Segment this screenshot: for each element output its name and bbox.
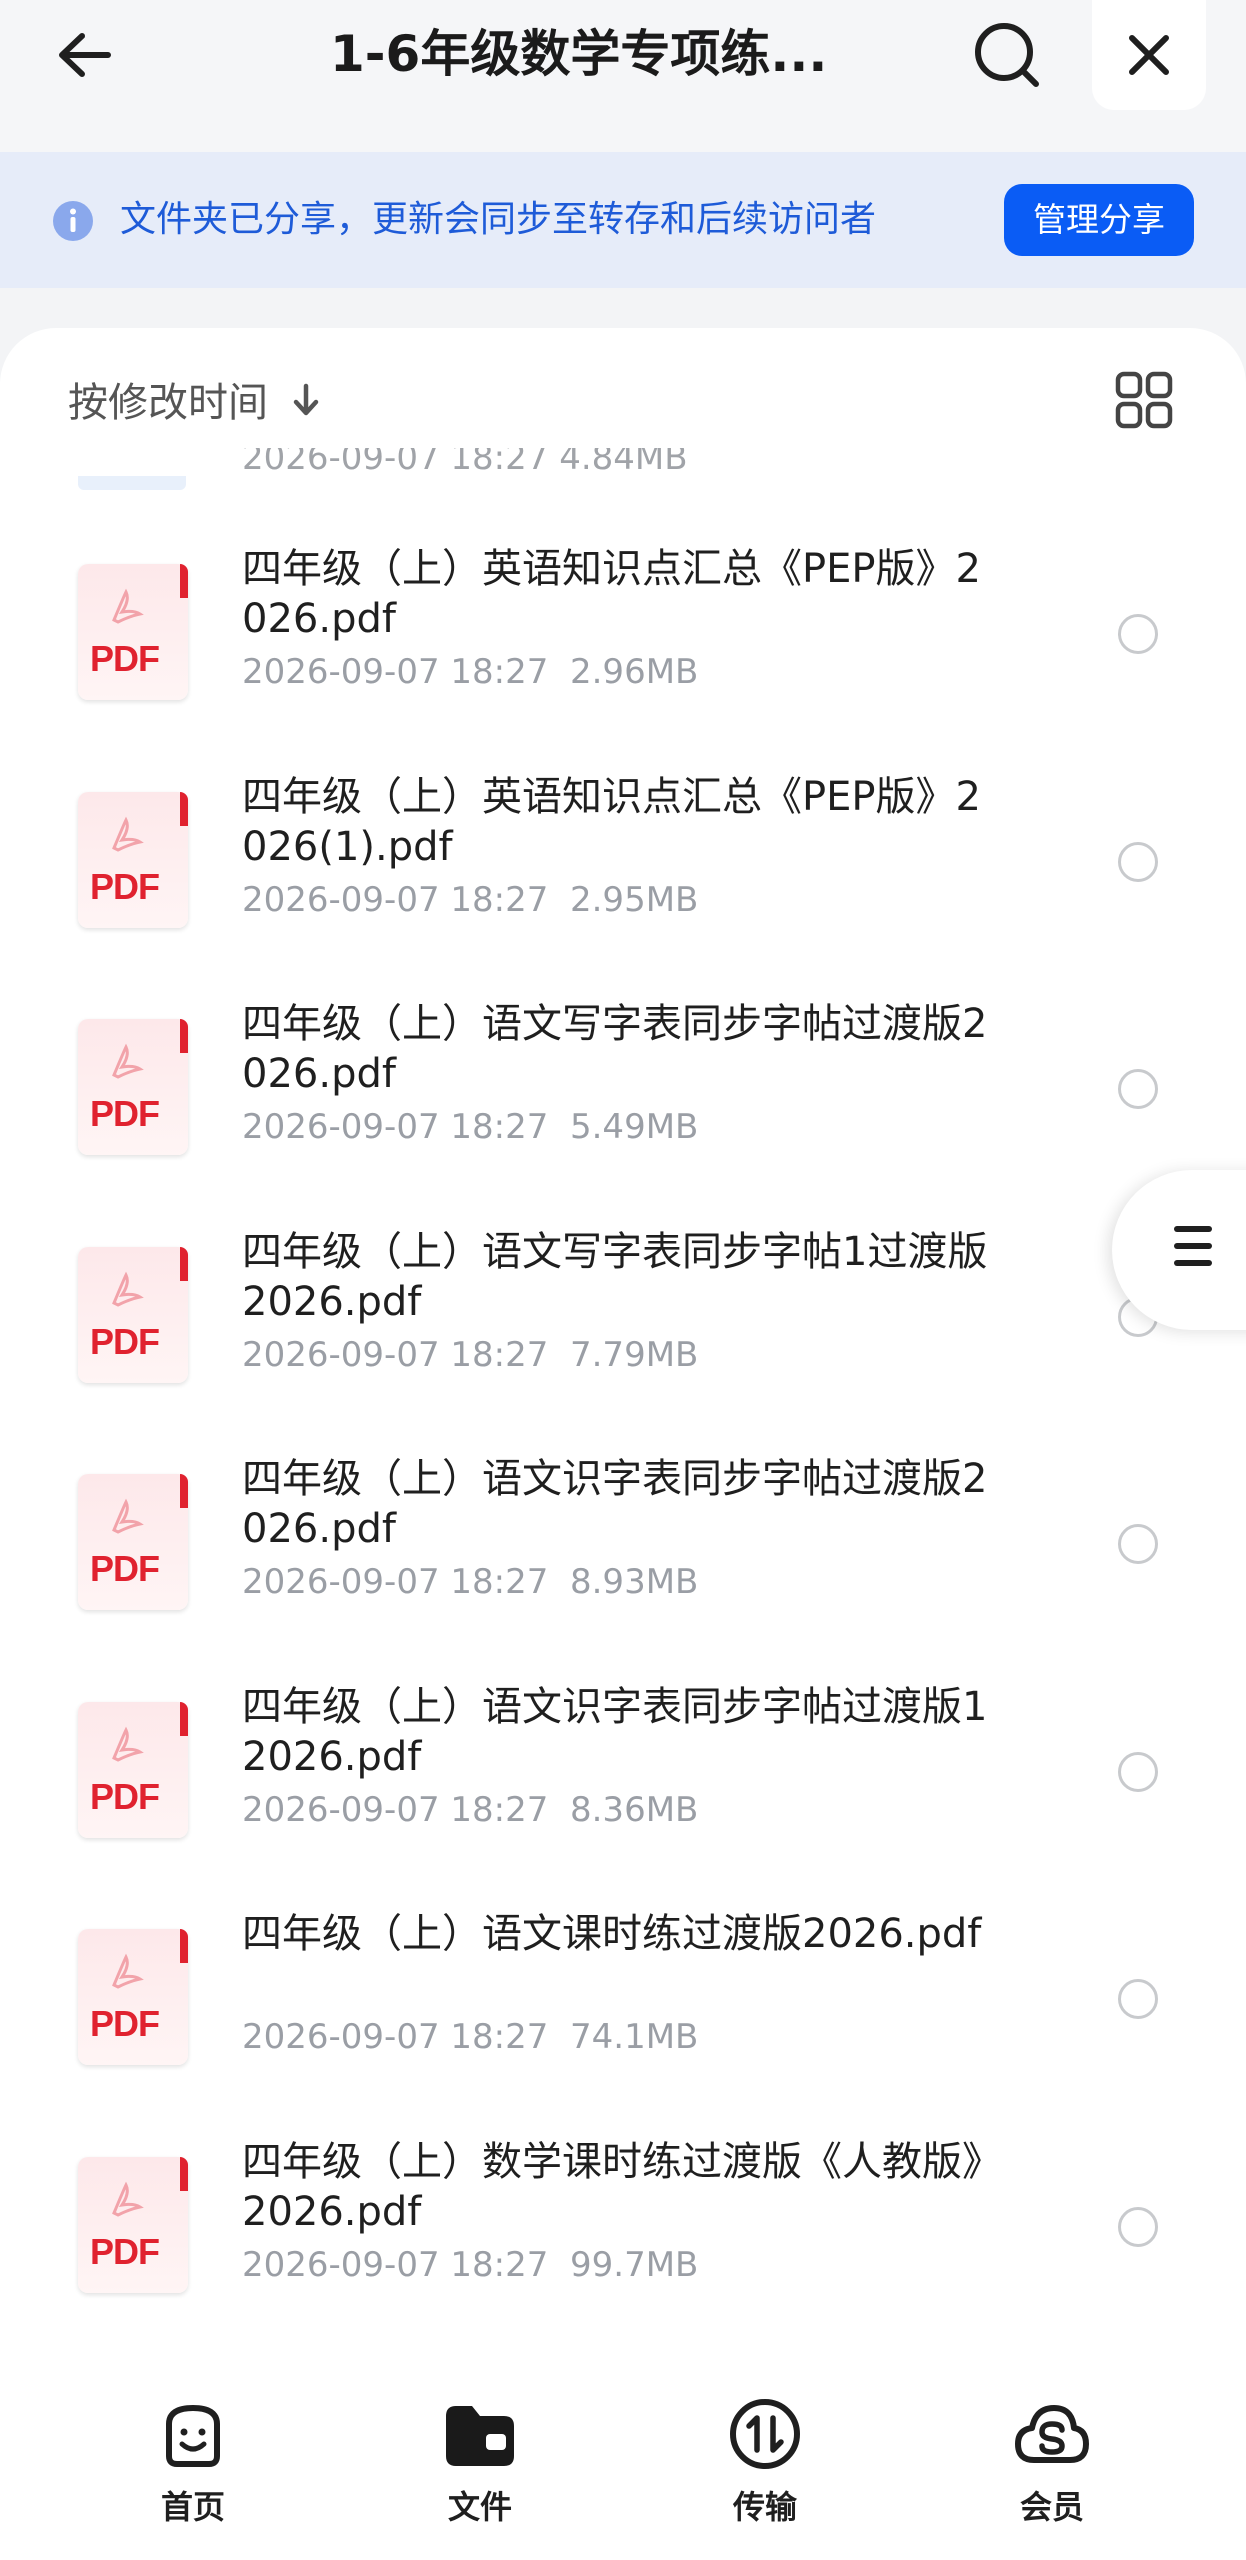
transfer-icon bbox=[730, 2399, 800, 2469]
file-meta: 2026-09-07 18:27 8.36MB bbox=[242, 1789, 699, 1830]
pdf-badge: PDF bbox=[90, 865, 160, 907]
cloud-member-icon bbox=[1015, 2405, 1089, 2463]
file-meta: 2026-09-07 18:27 8.93MB bbox=[242, 1562, 699, 1602]
pdf-badge: PDF bbox=[90, 1320, 160, 1362]
file-meta: 2026-09-07 18:27 2.95MB bbox=[242, 879, 699, 920]
pdf-badge: PDF bbox=[90, 1093, 160, 1134]
search-button[interactable] bbox=[970, 18, 1046, 94]
page-title: 1-6年级数学专项练... bbox=[330, 25, 828, 83]
pdf-file-icon: PDF bbox=[78, 1929, 188, 2065]
file-meta: 2026-09-07 18:27 7.79MB bbox=[242, 1334, 699, 1375]
file-row[interactable]: PDF 四年级（上）语文写字表同步字帖过渡版2026.pdf 2026-09-07 … bbox=[0, 979, 1246, 1207]
select-radio[interactable] bbox=[1118, 1751, 1158, 1792]
file-meta-partial: 2026-09-07 18:27 4.84MB bbox=[242, 448, 688, 478]
menu-icon bbox=[1174, 1226, 1212, 1266]
pdf-badge: PDF bbox=[90, 2003, 160, 2044]
sort-selector[interactable]: 按修改时间 bbox=[68, 368, 321, 438]
file-name: 四年级（上）语文识字表同步字帖过渡版2026.pdf bbox=[242, 1456, 988, 1552]
arrow-down-icon bbox=[291, 370, 321, 440]
file-row[interactable]: PDF 四年级（上）语文识字表同步字帖过渡版12026.pdf 2026-09-07… bbox=[0, 1662, 1246, 1890]
top-bar: 1-6年级数学专项练... bbox=[0, 0, 1246, 152]
share-notice: 文件夹已分享，更新会同步至转存和后续访问者 bbox=[120, 199, 877, 240]
nav-transfer-label: 传输 bbox=[732, 2488, 797, 2526]
file-name: 四年级（上）数学课时练过渡版《人教版》2026.pdf bbox=[242, 2138, 1002, 2235]
file-name: 四年级（上）语文写字表同步字帖1过渡版2026.pdf bbox=[242, 1228, 988, 1325]
sort-label: 按修改时间 bbox=[68, 380, 268, 426]
info-icon bbox=[52, 200, 94, 242]
select-radio[interactable] bbox=[1118, 1524, 1158, 1564]
nav-member[interactable]: 会员 bbox=[972, 2394, 1132, 2534]
file-meta: 2026-09-07 18:27 74.1MB bbox=[242, 2017, 699, 2057]
back-button[interactable] bbox=[50, 20, 130, 90]
pdf-file-icon: PDF bbox=[78, 1019, 188, 1155]
search-icon bbox=[975, 23, 1039, 87]
share-banner: 文件夹已分享，更新会同步至转存和后续访问者 管理分享 bbox=[0, 152, 1246, 288]
pdf-file-icon: PDF bbox=[78, 2156, 188, 2293]
file-row[interactable]: PDF 四年级（上）英语知识点汇总《PEP版》2026.pdf 2026-09-07… bbox=[0, 524, 1246, 752]
select-radio[interactable] bbox=[1118, 614, 1158, 654]
pdf-badge: PDF bbox=[90, 638, 160, 679]
pdf-badge: PDF bbox=[90, 1548, 160, 1589]
select-radio[interactable] bbox=[1118, 2206, 1158, 2247]
nav-files-label: 文件 bbox=[447, 2488, 512, 2526]
file-name: 四年级（上）英语知识点汇总《PEP版》2026(1).pdf bbox=[242, 773, 981, 870]
file-thumbnail bbox=[78, 476, 186, 490]
pdf-badge: PDF bbox=[90, 2230, 160, 2272]
folder-icon bbox=[446, 2406, 514, 2466]
file-name: 四年级（上）语文写字表同步字帖过渡版2026.pdf bbox=[242, 1001, 988, 1097]
close-button[interactable] bbox=[1092, 0, 1206, 110]
smiley-home-icon bbox=[166, 2405, 220, 2467]
file-name: 四年级（上）英语知识点汇总《PEP版》2026.pdf bbox=[242, 546, 981, 642]
file-row[interactable]: PDF 四年级（上）语文写字表同步字帖1过渡版2026.pdf 2026-09-07… bbox=[0, 1207, 1246, 1435]
pdf-file-icon: PDF bbox=[78, 564, 188, 700]
file-meta: 2026-09-07 18:27 2.96MB bbox=[242, 652, 699, 692]
close-icon bbox=[1129, 35, 1169, 75]
file-name: 四年级（上）语文课时练过渡版2026.pdf bbox=[242, 1911, 982, 1957]
file-row[interactable]: PDF 四年级（上）语文课时练过渡版2026.pdf 2026-09-07 18:2… bbox=[0, 1889, 1246, 2117]
file-meta: 2026-09-07 18:27 99.7MB bbox=[242, 2244, 699, 2285]
file-row[interactable]: PDF 四年级（上）数学课时练过渡版《人教版》2026.pdf 2026-09-07… bbox=[0, 2117, 1246, 2345]
nav-transfer[interactable]: 传输 bbox=[685, 2394, 845, 2534]
pdf-file-icon: PDF bbox=[78, 1701, 188, 1838]
file-list-panel: 按修改时间 2026-09-07 18:27 4.84MB PDF 四年级（上）英… bbox=[0, 328, 1246, 2560]
pdf-file-icon: PDF bbox=[78, 1474, 188, 1610]
select-radio[interactable] bbox=[1118, 1979, 1158, 2019]
arrow-left-icon bbox=[59, 33, 111, 77]
grid-icon bbox=[1115, 371, 1173, 429]
file-row[interactable]: PDF 四年级（上）英语知识点汇总《PEP版》2026(1).pdf 2026-09… bbox=[0, 752, 1246, 980]
bottom-navigation: 首页 文件 传输 会员 bbox=[0, 2364, 1246, 2560]
select-radio[interactable] bbox=[1118, 841, 1158, 882]
nav-home-label: 首页 bbox=[160, 2488, 225, 2526]
nav-files[interactable]: 文件 bbox=[400, 2394, 560, 2534]
pdf-badge: PDF bbox=[90, 1775, 160, 1817]
pdf-file-icon: PDF bbox=[78, 1246, 188, 1383]
grid-view-button[interactable] bbox=[1114, 370, 1174, 430]
file-meta: 2026-09-07 18:27 5.49MB bbox=[242, 1107, 699, 1147]
nav-home[interactable]: 首页 bbox=[113, 2394, 273, 2534]
file-name: 四年级（上）语文识字表同步字帖过渡版12026.pdf bbox=[242, 1683, 988, 1780]
pdf-file-icon: PDF bbox=[78, 791, 188, 928]
nav-member-label: 会员 bbox=[1019, 2488, 1084, 2526]
file-row[interactable]: PDF 四年级（上）语文识字表同步字帖过渡版2026.pdf 2026-09-07 … bbox=[0, 1434, 1246, 1662]
manage-share-button[interactable]: 管理分享 bbox=[1004, 184, 1194, 256]
select-radio[interactable] bbox=[1118, 1069, 1158, 1109]
